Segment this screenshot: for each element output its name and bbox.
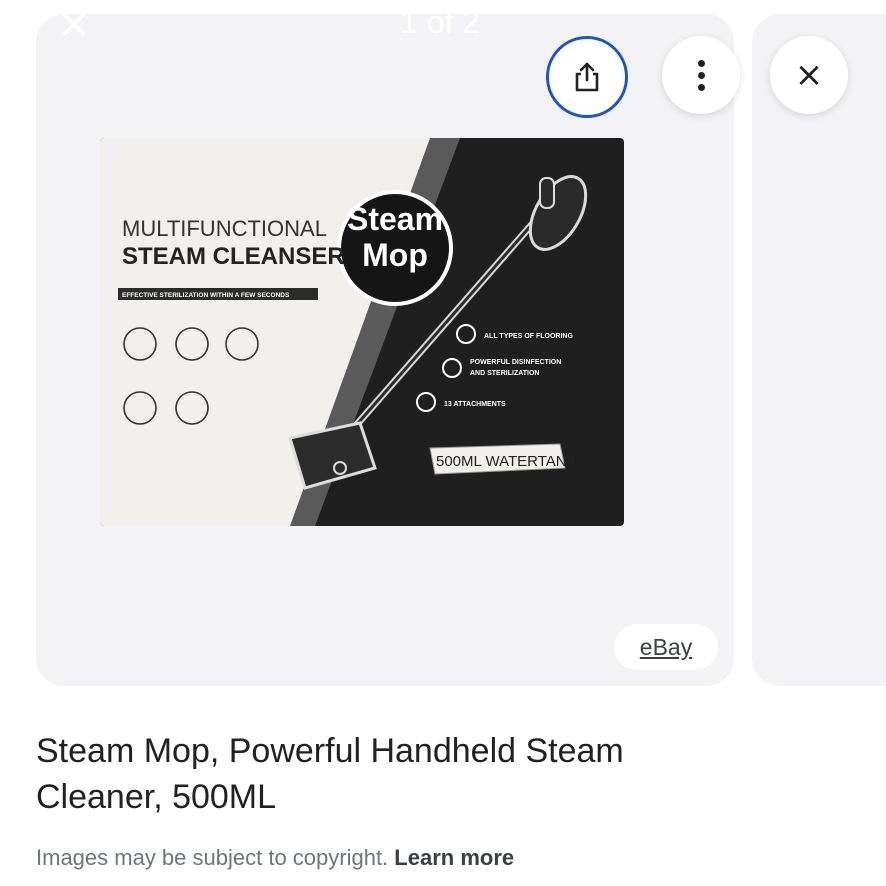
result-title-line2: Cleaner, 500ML bbox=[36, 778, 277, 816]
result-title[interactable]: Steam Mop, Powerful Handheld Steam Clean… bbox=[36, 728, 796, 820]
copyright-note: Images may be subject to copyright. Lear… bbox=[36, 844, 514, 872]
share-button[interactable] bbox=[546, 36, 628, 118]
box-line2: STEAM CLEANSER bbox=[122, 243, 345, 270]
feature-4: 13 ATTACHMENTS bbox=[444, 401, 506, 408]
result-title-line1: Steam Mop, Powerful Handheld Steam bbox=[36, 732, 624, 770]
feature-3: AND STERILIZATION bbox=[470, 370, 539, 377]
box-line1: MULTIFUNCTIONAL bbox=[122, 216, 327, 241]
product-image[interactable]: Steam Mop MULTIFUNCTIONAL STEAM CLEANSER… bbox=[100, 138, 624, 526]
product-box-illustration: Steam Mop MULTIFUNCTIONAL STEAM CLEANSER… bbox=[100, 138, 624, 526]
close-icon: × bbox=[794, 55, 824, 95]
viewer-close-icon[interactable]: × bbox=[54, 4, 94, 44]
badge-line2: Mop bbox=[362, 237, 428, 273]
image-counter: 1 of 2 bbox=[400, 4, 481, 40]
box-tagline: EFFECTIVE STERILIZATION WITHIN A FEW SEC… bbox=[122, 292, 290, 299]
more-vert-icon bbox=[697, 59, 705, 91]
source-link-ebay[interactable]: eBay bbox=[614, 624, 718, 670]
feature-1: ALL TYPES OF FLOORING bbox=[484, 333, 573, 340]
learn-more-link[interactable]: Learn more bbox=[394, 845, 514, 870]
close-button[interactable]: × bbox=[770, 36, 848, 114]
badge-line1: Steam bbox=[347, 201, 443, 237]
next-image-card[interactable] bbox=[752, 14, 886, 686]
watertank-label: 500ML WATERTANK bbox=[436, 453, 577, 470]
feature-2: POWERFUL DISINFECTION bbox=[470, 359, 561, 366]
share-icon bbox=[575, 62, 599, 92]
more-options-button[interactable] bbox=[662, 36, 740, 114]
copyright-text: Images may be subject to copyright. bbox=[36, 845, 389, 870]
